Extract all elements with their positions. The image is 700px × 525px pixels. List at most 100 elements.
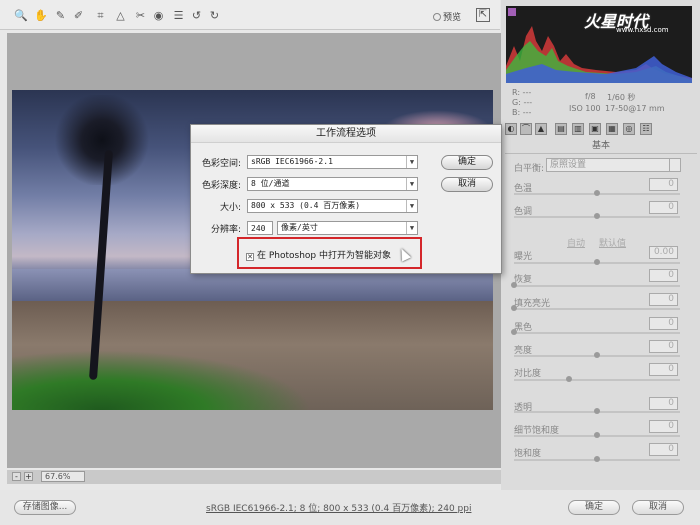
resolution-label: 分辨率: [210,225,241,235]
preview-check-icon [433,13,441,21]
color-depth-label: 色彩深度: [201,181,241,191]
slider-knob[interactable] [594,408,600,414]
tab-curve-icon[interactable]: ⌒ [520,123,532,135]
lens-value: 17-50@17 mm [605,104,665,113]
photo-bush [12,350,312,410]
rotate-right-icon[interactable]: ↻ [208,9,221,22]
shadow-clipping-icon[interactable] [508,8,516,16]
color-sampler-tool-icon[interactable]: ✐ [72,9,85,22]
slider-value-field[interactable]: 0 [649,443,678,456]
slider-label: 对比度 [514,369,542,379]
slider-track[interactable] [514,432,680,438]
tab-split-icon[interactable]: ▥ [572,123,584,135]
hand-tool-icon[interactable]: ✋ [34,9,48,22]
slider-knob[interactable] [511,305,517,311]
zoom-tool-icon[interactable]: 🔍 [14,9,28,22]
slider-value-field[interactable]: 0 [649,363,678,376]
iso-value: ISO 100 [569,104,601,113]
resolution-input[interactable] [247,221,273,235]
aperture-value: f/8 [585,92,596,101]
zoom-out-button[interactable]: - [12,472,21,481]
color-depth-select[interactable]: 8 位/通道 ▼ [247,177,418,191]
tab-calibration-icon[interactable]: ◎ [623,123,635,135]
retouch-tool-icon[interactable]: ✂ [134,9,147,22]
resolution-unit-value: 像素/英寸 [281,223,318,232]
tab-detail-icon[interactable]: ▲ [535,123,547,135]
slider-track[interactable] [514,408,680,414]
slider-value-field[interactable]: 0.00 [649,246,678,259]
save-image-button[interactable]: 存储图像... [14,500,76,515]
slider-knob[interactable] [594,352,600,358]
tab-lens-icon[interactable]: ▣ [589,123,601,135]
slider-track[interactable] [511,305,680,311]
chevron-down-icon: ▼ [406,222,417,234]
slider-knob[interactable] [594,432,600,438]
chevron-down-icon: ▼ [406,156,417,168]
watermark-url: www.hxsd.com [616,26,669,34]
smart-object-checkbox[interactable]: ✕ 在 Photoshop 中打开为智能对象 [246,248,391,261]
cancel-button[interactable]: 取消 [632,500,684,515]
dialog-ok-button[interactable]: 确定 [441,155,493,170]
readout-g: G: --- [512,98,533,107]
auto-link[interactable]: 自动 [567,236,585,249]
slider-value-field[interactable]: 0 [649,269,678,282]
slider-label: 曝光 [514,252,533,262]
chevron-down-icon [669,159,680,171]
chevron-down-icon: ▼ [406,178,417,190]
default-link[interactable]: 默认值 [599,236,626,249]
rotate-left-icon[interactable]: ↺ [190,9,203,22]
slider-track[interactable] [514,352,680,358]
white-balance-tool-icon[interactable]: ✎ [54,9,67,22]
slider-knob[interactable] [594,456,600,462]
chevron-down-icon: ▼ [406,200,417,212]
zoom-level[interactable]: 67.6% [41,471,85,482]
ok-button[interactable]: 确定 [568,500,620,515]
list-icon[interactable]: ☰ [172,9,185,22]
slider-value-field[interactable]: 0 [649,201,678,214]
slider-track[interactable] [514,259,680,265]
straighten-tool-icon[interactable]: △ [114,9,127,22]
slider-track[interactable] [514,213,680,219]
size-select[interactable]: 800 x 533 (0.4 百万像素) ▼ [247,199,418,213]
preview-checkbox[interactable]: 预览 [433,10,461,23]
zoom-in-button[interactable]: + [24,472,33,481]
slider-value-field[interactable]: 0 [649,340,678,353]
fullscreen-icon[interactable]: ⇱ [476,8,490,22]
dialog-cancel-button[interactable]: 取消 [441,177,493,192]
red-eye-tool-icon[interactable]: ◉ [152,9,165,22]
slider-track[interactable] [511,282,680,288]
slider-knob[interactable] [594,259,600,265]
slider-value-field[interactable]: 0 [649,317,678,330]
slider-knob[interactable] [594,213,600,219]
slider-track[interactable] [511,329,680,335]
slider-value-field[interactable]: 0 [649,178,678,191]
slider-knob[interactable] [511,282,517,288]
size-label: 大小: [219,203,241,213]
tab-presets-icon[interactable]: ☷ [640,123,652,135]
tab-basic-icon[interactable]: ◐ [505,123,517,135]
slider-track[interactable] [514,190,680,196]
slider-track[interactable] [514,376,680,382]
slider-track[interactable] [514,456,680,462]
slider-value-field[interactable]: 0 [649,293,678,306]
slider-knob[interactable] [565,376,572,382]
color-space-label: 色彩空间: [201,159,241,169]
section-basic-title: 基本 [505,138,697,154]
slider-knob[interactable] [511,329,517,335]
checkbox-icon: ✕ [246,253,254,261]
color-space-select[interactable]: sRGB IEC61966-2.1 ▼ [247,155,418,169]
photo-palm-crown [52,95,152,185]
slider-value-field[interactable]: 0 [649,420,678,433]
tab-hsl-icon[interactable]: ▤ [555,123,567,135]
slider-label: 饱和度 [514,449,542,459]
white-balance-label: 白平衡: [514,164,545,174]
workflow-options-link[interactable]: sRGB IEC61966-2.1; 8 位; 800 x 533 (0.4 百… [206,501,471,514]
shutter-value: 1/60 秒 [607,93,636,102]
resolution-unit-select[interactable]: 像素/英寸 ▼ [277,221,418,235]
crop-tool-icon[interactable]: ⌗ [94,9,107,22]
tab-effects-icon[interactable]: ▦ [606,123,618,135]
slider-value-field[interactable]: 0 [649,397,678,410]
color-space-value: sRGB IEC61966-2.1 [251,157,333,166]
white-balance-select[interactable]: 原照设置 [546,158,681,172]
slider-knob[interactable] [594,190,600,196]
